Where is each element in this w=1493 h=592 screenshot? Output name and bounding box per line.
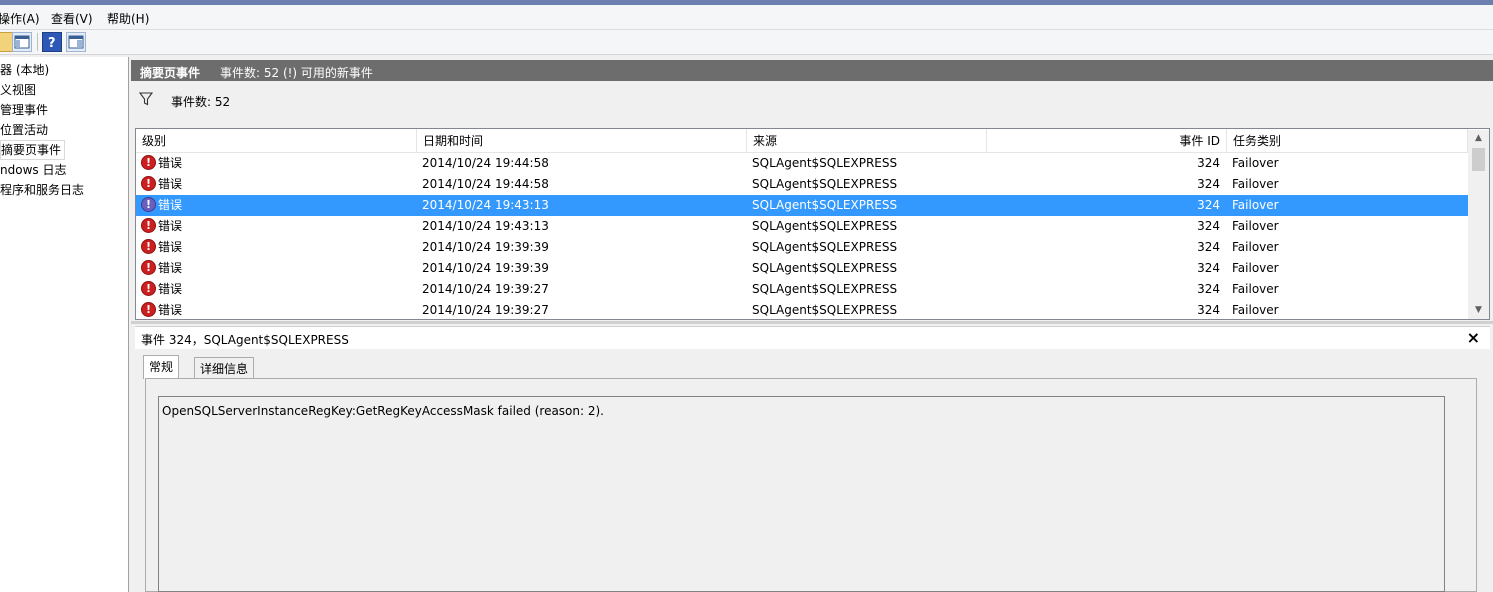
- cell-event-id: 324: [1197, 261, 1220, 275]
- cell-source: SQLAgent$SQLEXPRESS: [752, 303, 898, 317]
- toolbar: ?: [0, 30, 1493, 55]
- events-table: 级别 日期和时间 来源 事件 ID 任务类别 ! 错误 2014/10/24 19:…: [135, 128, 1490, 320]
- cell-datetime: 2014/10/24 19:39:39: [422, 240, 549, 254]
- error-icon: !: [141, 155, 156, 170]
- cell-source: SQLAgent$SQLEXPRESS: [752, 198, 898, 212]
- view-header: 摘要页事件 事件数: 52 (!) 可用的新事件: [131, 60, 1493, 81]
- show-action-pane-icon[interactable]: [66, 32, 86, 52]
- cell-datetime: 2014/10/24 19:44:58: [422, 156, 549, 170]
- tree-item-app-service-logs[interactable]: 程序和服务日志: [0, 181, 84, 199]
- cell-datetime: 2014/10/24 19:43:13: [422, 198, 549, 212]
- view-title: 摘要页事件: [140, 66, 201, 80]
- error-icon: !: [141, 218, 156, 233]
- cell-task-category: Failover: [1232, 198, 1279, 212]
- table-row[interactable]: ! 错误 2014/10/24 19:39:39 SQLAgent$SQLEXPRES…: [136, 258, 1468, 279]
- cell-task-category: Failover: [1232, 282, 1279, 296]
- cell-task-category: Failover: [1232, 303, 1279, 317]
- cell-source: SQLAgent$SQLEXPRESS: [752, 156, 898, 170]
- cell-event-id: 324: [1197, 177, 1220, 191]
- cell-task-category: Failover: [1232, 261, 1279, 275]
- table-row[interactable]: ! 错误 2014/10/24 19:44:58 SQLAgent$SQLEXPRES…: [136, 153, 1468, 174]
- cell-event-id: 324: [1197, 282, 1220, 296]
- column-header-datetime[interactable]: 日期和时间: [417, 129, 747, 153]
- detail-title: 事件 324，SQLAgent$SQLEXPRESS: [141, 333, 349, 347]
- tree-item-windows-logs[interactable]: ndows 日志: [0, 161, 66, 179]
- cell-level: 错误: [158, 219, 183, 233]
- table-row[interactable]: ! 错误 2014/10/24 19:39:39 SQLAgent$SQLEXPRES…: [136, 237, 1468, 258]
- event-message-box[interactable]: OpenSQLServerInstanceRegKey:GetRegKeyAcc…: [158, 396, 1445, 592]
- filter-icon[interactable]: [139, 92, 153, 106]
- tree-item-event-viewer-local[interactable]: 器 (本地): [0, 61, 49, 79]
- cell-task-category: Failover: [1232, 156, 1279, 170]
- console-tree: 器 (本地) 义视图 管理事件 位置活动 摘要页事件 ndows 日志 程序和服…: [0, 57, 129, 592]
- scroll-thumb[interactable]: [1472, 148, 1485, 171]
- cell-task-category: Failover: [1232, 240, 1279, 254]
- filter-bar: 事件数: 52: [135, 87, 1490, 125]
- cell-datetime: 2014/10/24 19:39:27: [422, 282, 549, 296]
- cell-task-category: Failover: [1232, 219, 1279, 233]
- cell-event-id: 324: [1197, 156, 1220, 170]
- cell-level: 错误: [158, 240, 183, 254]
- tab-details[interactable]: 详细信息: [194, 357, 255, 379]
- cell-level: 错误: [158, 156, 183, 170]
- cell-datetime: 2014/10/24 19:39:27: [422, 303, 549, 317]
- cell-datetime: 2014/10/24 19:43:13: [422, 219, 549, 233]
- error-icon: !: [141, 197, 156, 212]
- table-row[interactable]: ! 错误 2014/10/24 19:43:13 SQLAgent$SQLEXPRES…: [136, 195, 1468, 216]
- tree-item-custom-views[interactable]: 义视图: [0, 81, 36, 99]
- cell-task-category: Failover: [1232, 177, 1279, 191]
- column-header-source[interactable]: 来源: [747, 129, 987, 153]
- cell-source: SQLAgent$SQLEXPRESS: [752, 219, 898, 233]
- table-row[interactable]: ! 错误 2014/10/24 19:39:27 SQLAgent$SQLEXPRES…: [136, 279, 1468, 300]
- cell-level: 错误: [158, 177, 183, 191]
- tab-general[interactable]: 常规: [143, 355, 180, 379]
- cell-level: 错误: [158, 198, 183, 212]
- tree-item-admin-events[interactable]: 管理事件: [0, 101, 48, 119]
- table-row[interactable]: ! 错误 2014/10/24 19:39:27 SQLAgent$SQLEXPRES…: [136, 300, 1468, 319]
- svg-text:?: ?: [48, 36, 56, 51]
- table-row[interactable]: ! 错误 2014/10/24 19:43:13 SQLAgent$SQLEXPRES…: [136, 216, 1468, 237]
- console-tree-icon[interactable]: [12, 32, 32, 52]
- toolbar-separator: [37, 33, 38, 51]
- help-icon[interactable]: ?: [42, 32, 62, 52]
- event-message: OpenSQLServerInstanceRegKey:GetRegKeyAcc…: [162, 404, 604, 418]
- scroll-up-icon[interactable]: ▲: [1468, 130, 1489, 147]
- menu-help[interactable]: 帮助(H): [107, 10, 149, 27]
- error-icon: !: [141, 176, 156, 191]
- event-count-status: 事件数: 52 (!) 可用的新事件: [220, 66, 373, 80]
- column-header-task-category[interactable]: 任务类别: [1227, 129, 1468, 153]
- cell-source: SQLAgent$SQLEXPRESS: [752, 240, 898, 254]
- error-icon: !: [141, 260, 156, 275]
- error-icon: !: [141, 302, 156, 317]
- cell-datetime: 2014/10/24 19:39:39: [422, 261, 549, 275]
- cell-event-id: 324: [1197, 240, 1220, 254]
- detail-header: 事件 324，SQLAgent$SQLEXPRESS ×: [135, 326, 1490, 349]
- error-icon: !: [141, 281, 156, 296]
- cell-event-id: 324: [1197, 219, 1220, 233]
- pane-splitter[interactable]: [131, 321, 1493, 324]
- column-header-level[interactable]: 级别: [136, 129, 417, 153]
- close-icon[interactable]: ×: [1467, 328, 1480, 348]
- scroll-down-icon[interactable]: ▼: [1468, 302, 1489, 319]
- menu-action[interactable]: 操作(A): [0, 10, 40, 27]
- cell-source: SQLAgent$SQLEXPRESS: [752, 177, 898, 191]
- menu-bar: 操作(A) 查看(V) 帮助(H): [0, 5, 1493, 30]
- cell-level: 错误: [158, 282, 183, 296]
- cell-level: 错误: [158, 303, 183, 317]
- cell-source: SQLAgent$SQLEXPRESS: [752, 261, 898, 275]
- tree-item-summary-page-events[interactable]: 摘要页事件: [0, 140, 66, 160]
- cell-datetime: 2014/10/24 19:44:58: [422, 177, 549, 191]
- table-row[interactable]: ! 错误 2014/10/24 19:44:58 SQLAgent$SQLEXPRES…: [136, 174, 1468, 195]
- menu-view[interactable]: 查看(V): [51, 10, 93, 27]
- cell-level: 错误: [158, 261, 183, 275]
- cell-event-id: 324: [1197, 198, 1220, 212]
- error-icon: !: [141, 239, 156, 254]
- table-scrollbar[interactable]: ▲ ▼: [1468, 130, 1489, 319]
- column-header-event-id[interactable]: 事件 ID: [987, 129, 1227, 153]
- cell-source: SQLAgent$SQLEXPRESS: [752, 282, 898, 296]
- tree-item-location-activity[interactable]: 位置活动: [0, 121, 48, 139]
- cell-event-id: 324: [1197, 303, 1220, 317]
- filter-count: 事件数: 52: [171, 95, 231, 109]
